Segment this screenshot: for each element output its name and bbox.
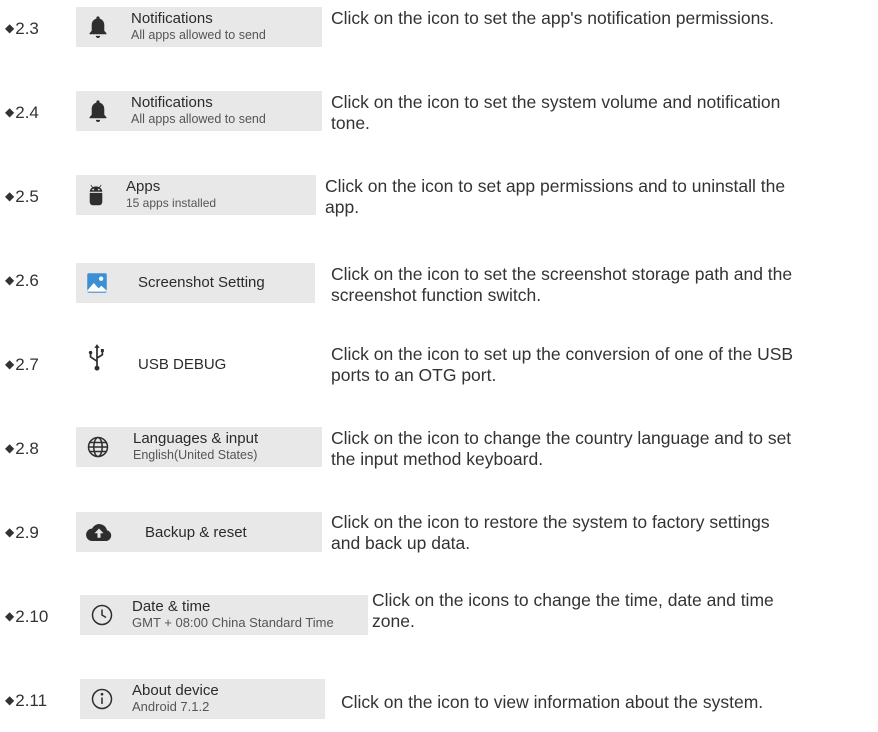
item-2-4: ◆2.4 Notifications All apps allowed to s… [0,84,878,144]
card-subtitle: All apps allowed to send [131,28,266,42]
card-title: Apps [126,178,161,195]
item-description: Click on the icon to set app permissions… [325,176,786,217]
clock-icon [90,603,114,627]
item-number: ◆2.9 [5,523,39,542]
item-2-11: ◆2.11 About device Android 7.1.2 Click o… [0,672,878,732]
card-title: Screenshot Setting [138,274,265,291]
apps-card[interactable]: Apps 15 apps installed [76,175,316,215]
about-device-card[interactable]: About device Android 7.1.2 [80,679,325,719]
languages-input-card[interactable]: Languages & input English(United States) [76,427,322,467]
card-subtitle: GMT + 08:00 China Standard Time [132,615,334,630]
item-description: Click on the icons to change the time, d… [372,590,774,631]
card-title: Notifications [131,94,213,111]
notifications-card[interactable]: Notifications All apps allowed to send [76,7,322,47]
info-icon [90,687,114,711]
item-2-3: ◆2.3 Notifications All apps allowed to s… [0,0,878,60]
sound-card[interactable]: Notifications All apps allowed to send [76,91,322,131]
card-subtitle: 15 apps installed [126,196,217,210]
usb-debug-card[interactable]: USB DEBUG [76,343,316,383]
item-2-9: ◆2.9 Backup & reset Click on the icon to… [0,504,878,564]
item-description: Click on the icon to set the screenshot … [331,264,793,305]
card-title: USB DEBUG [138,356,227,373]
item-description: Click on the icon to change the country … [331,428,792,469]
date-time-card[interactable]: Date & time GMT + 08:00 China Standard T… [80,595,368,635]
item-2-10: ◆2.10 Date & time GMT + 08:00 China Stan… [0,588,878,648]
card-title: Backup & reset [145,524,247,541]
cloud-upload-icon [85,520,113,544]
item-2-7: ◆2.7 USB DEBUG Click on the icon to set … [0,336,878,396]
item-number: ◆2.5 [5,187,39,206]
item-description: Click on the icon to restore the system … [331,512,770,553]
item-2-5: ◆2.5 Apps 15 apps installed Click on the… [0,168,878,228]
item-number: ◆2.10 [5,607,49,626]
item-number: ◆2.8 [5,439,39,458]
card-subtitle: English(United States) [133,448,258,462]
item-description: Click on the icon to set the system volu… [331,92,781,133]
bell-icon [85,14,111,40]
item-number: ◆2.4 [5,103,39,122]
card-subtitle: All apps allowed to send [131,112,266,126]
item-2-6: ◆2.6 Screenshot Setting Click on the ico… [0,252,878,312]
globe-icon [86,435,110,459]
card-title: About device [132,682,219,699]
item-number: ◆2.3 [5,19,39,38]
card-title: Date & time [132,598,211,615]
usb-icon [84,343,110,373]
item-description: Click on the icon to set the app's notif… [331,8,775,28]
item-number: ◆2.11 [5,691,48,710]
item-number: ◆2.7 [5,355,39,374]
item-number: ◆2.6 [5,271,39,290]
card-title: Notifications [131,10,213,27]
android-icon [83,182,109,208]
screenshot-setting-card[interactable]: Screenshot Setting [76,263,315,303]
item-description: Click on the icon to view information ab… [341,692,764,712]
bell-icon [85,98,111,124]
item-2-8: ◆2.8 Languages & input English(United St… [0,420,878,480]
image-icon [84,270,110,296]
item-description: Click on the icon to set up the conversi… [331,344,794,385]
card-subtitle: Android 7.1.2 [132,699,210,714]
card-title: Languages & input [133,430,259,447]
backup-reset-card[interactable]: Backup & reset [76,512,322,552]
